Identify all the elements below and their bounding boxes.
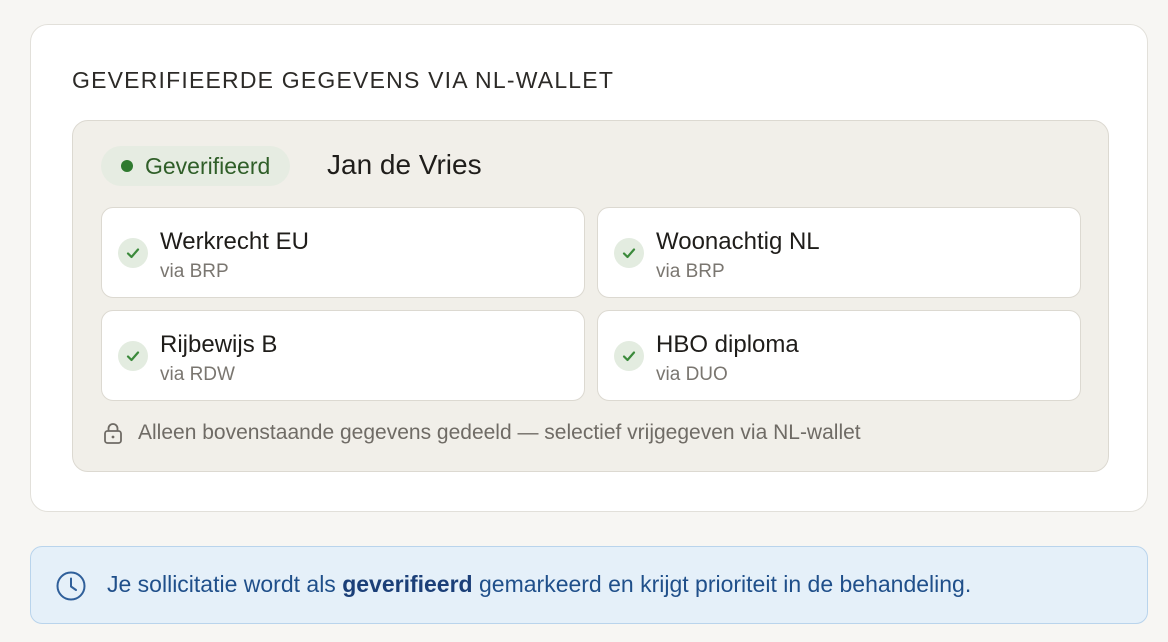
- person-name: Jan de Vries: [327, 149, 482, 180]
- credential-title: Rijbewijs B: [160, 331, 278, 358]
- credential-source: via DUO: [656, 364, 728, 385]
- verified-badge: Geverifieerd: [101, 146, 291, 186]
- credential-source: via BRP: [160, 261, 229, 282]
- privacy-note: Alleen bovenstaande gegevens gedeeld — s…: [103, 421, 861, 445]
- badge-label: Geverifieerd: [145, 152, 271, 179]
- credential-title: Woonachtig NL: [656, 228, 820, 255]
- credential-card-hbo: HBO diploma via DUO: [597, 310, 1081, 401]
- credential-card-woonachtig: Woonachtig NL via BRP: [597, 207, 1081, 298]
- section-title: GEVERIFIEERDE GEGEVENS VIA NL-WALLET: [72, 67, 615, 93]
- verified-data-card: GEVERIFIEERDE GEGEVENS VIA NL-WALLET Gev…: [30, 24, 1148, 512]
- credential-source: via BRP: [656, 261, 725, 282]
- banner-text-after: gemarkeerd en krijgt prioriteit in de be…: [472, 571, 972, 597]
- status-dot-icon: [121, 160, 133, 172]
- verification-panel: Geverifieerd Jan de Vries Werkrecht EU v…: [72, 120, 1109, 472]
- lock-icon: [103, 421, 125, 445]
- banner-text-strong: geverifieerd: [342, 571, 473, 597]
- credential-card-rijbewijs: Rijbewijs B via RDW: [101, 310, 585, 401]
- credential-title: Werkrecht EU: [160, 228, 309, 255]
- banner-text: Je sollicitatie wordt als geverifieerd g…: [107, 571, 971, 598]
- check-icon: [118, 238, 148, 268]
- check-icon: [614, 341, 644, 371]
- credential-card-werkrecht: Werkrecht EU via BRP: [101, 207, 585, 298]
- priority-info-banner: Je sollicitatie wordt als geverifieerd g…: [30, 546, 1148, 624]
- banner-text-before: Je sollicitatie wordt als: [107, 571, 343, 597]
- credential-source: via RDW: [160, 364, 235, 385]
- credential-title: HBO diploma: [656, 331, 799, 358]
- privacy-note-text: Alleen bovenstaande gegevens gedeeld — s…: [138, 421, 861, 444]
- check-icon: [614, 238, 644, 268]
- check-icon: [118, 341, 148, 371]
- clock-icon: [55, 570, 87, 602]
